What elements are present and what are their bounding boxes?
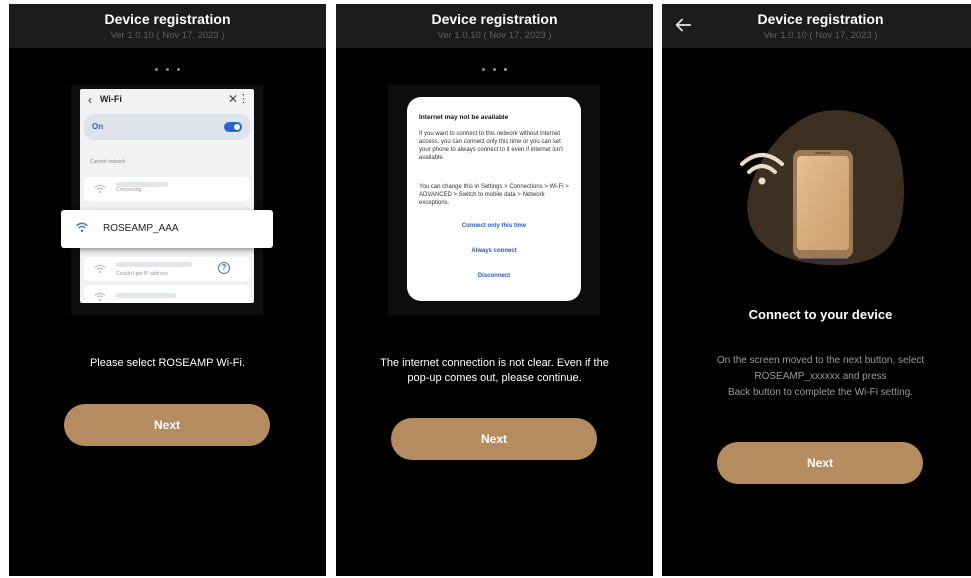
wifi-on-label: On xyxy=(92,122,104,131)
chevron-left-icon: ‹ xyxy=(88,93,92,107)
page-dot xyxy=(166,68,169,71)
wifi-settings-screen: ‹ Wi-Fi ✕ ⋮ On Current network Connectin… xyxy=(80,89,254,303)
version-label: Ver 1.0.10 ( Nov 17, 2023 ) xyxy=(763,30,878,41)
popup-body: You can change this in Settings > Connec… xyxy=(419,184,569,206)
network-row xyxy=(84,285,250,303)
instruction-line: Back button to complete the Wi-Fi settin… xyxy=(727,387,914,398)
screen-internet-warning: Device registration Ver 1.0.10 ( Nov 17,… xyxy=(336,4,653,576)
app-header: Device registration Ver 1.0.10 ( Nov 17,… xyxy=(662,4,971,48)
wifi-icon xyxy=(94,264,106,274)
next-button[interactable]: Next xyxy=(717,442,923,484)
app-header: Device registration Ver 1.0.10 ( Nov 17,… xyxy=(336,4,653,48)
page-dot xyxy=(155,68,158,71)
roseamp-network-name: ROSEAMP_AAA xyxy=(103,223,179,234)
page-indicator xyxy=(336,68,653,74)
screen-connect-device: Device registration Ver 1.0.10 ( Nov 17,… xyxy=(662,4,971,576)
internet-warning-popup: Internet may not be available If you wan… xyxy=(407,97,581,301)
current-network-label: Current network xyxy=(90,159,126,165)
wifi-icon xyxy=(76,222,88,233)
page-dot xyxy=(177,68,180,71)
blurred-network-name xyxy=(116,293,176,298)
phone-wifi-illustration xyxy=(740,110,904,266)
instruction-line: pop-up comes out, please continue. xyxy=(407,372,582,384)
phone-icon xyxy=(793,150,853,258)
connect-title: Connect to your device xyxy=(748,307,893,322)
page-title: Device registration xyxy=(431,11,558,27)
connect-once-option: Connect only this time xyxy=(461,223,527,229)
always-connect-option: Always connect xyxy=(471,248,517,254)
popup-title: Internet may not be available xyxy=(419,114,509,121)
instruction-line: On the screen moved to the next button, … xyxy=(716,355,925,366)
next-button[interactable]: Next xyxy=(64,404,270,446)
disconnect-option: Disconnect xyxy=(477,273,511,279)
page-title: Device registration xyxy=(757,11,884,27)
instruction-text: Please select ROSEAMP Wi-Fi. xyxy=(89,357,246,369)
wifi-icon xyxy=(94,292,106,302)
wifi-topbar: ‹ Wi-Fi ✕ ⋮ xyxy=(80,89,254,111)
popup-illustration: Internet may not be available If you wan… xyxy=(388,85,600,315)
wifi-icon xyxy=(94,184,106,194)
help-icon: ? xyxy=(218,262,230,274)
version-label: Ver 1.0.10 ( Nov 17, 2023 ) xyxy=(110,30,225,41)
instruction-line: ROSEAMP_xxxxxx and press xyxy=(754,371,887,382)
page-title: Device registration xyxy=(104,11,231,27)
blurred-network-name xyxy=(116,262,192,267)
wifi-settings-illustration: ‹ Wi-Fi ✕ ⋮ On Current network Connectin… xyxy=(71,85,263,315)
roseamp-network-highlight: ROSEAMP_AAA xyxy=(61,210,273,248)
screen-select-wifi: Device registration Ver 1.0.10 ( Nov 17,… xyxy=(9,4,326,576)
instruction-text: On the screen moved to the next button, … xyxy=(662,353,971,401)
more-icon: ⋮ xyxy=(238,93,249,105)
wifi-screen-title: Wi-Fi xyxy=(100,94,122,104)
ip-error-label: Couldn't get IP address xyxy=(116,271,168,277)
page-dot-active xyxy=(504,68,507,71)
popup-body: If you want to connect to this network w… xyxy=(419,131,563,161)
network-row: Couldn't get IP address ? xyxy=(84,257,250,281)
version-label: Ver 1.0.10 ( Nov 17, 2023 ) xyxy=(437,30,552,41)
app-header: Device registration Ver 1.0.10 ( Nov 17,… xyxy=(9,4,326,48)
instruction-text: The internet connection is not clear. Ev… xyxy=(346,356,643,386)
scan-icon: ✕ xyxy=(227,92,238,106)
page-dot xyxy=(493,68,496,71)
wifi-toggle xyxy=(224,122,242,132)
page-dot xyxy=(482,68,485,71)
wifi-on-row: On xyxy=(84,114,250,140)
page-indicator xyxy=(9,68,326,74)
instruction-line: The internet connection is not clear. Ev… xyxy=(380,357,609,369)
connecting-label: Connecting... xyxy=(116,187,146,193)
network-row: Connecting... xyxy=(84,177,250,201)
next-button[interactable]: Next xyxy=(391,418,597,460)
